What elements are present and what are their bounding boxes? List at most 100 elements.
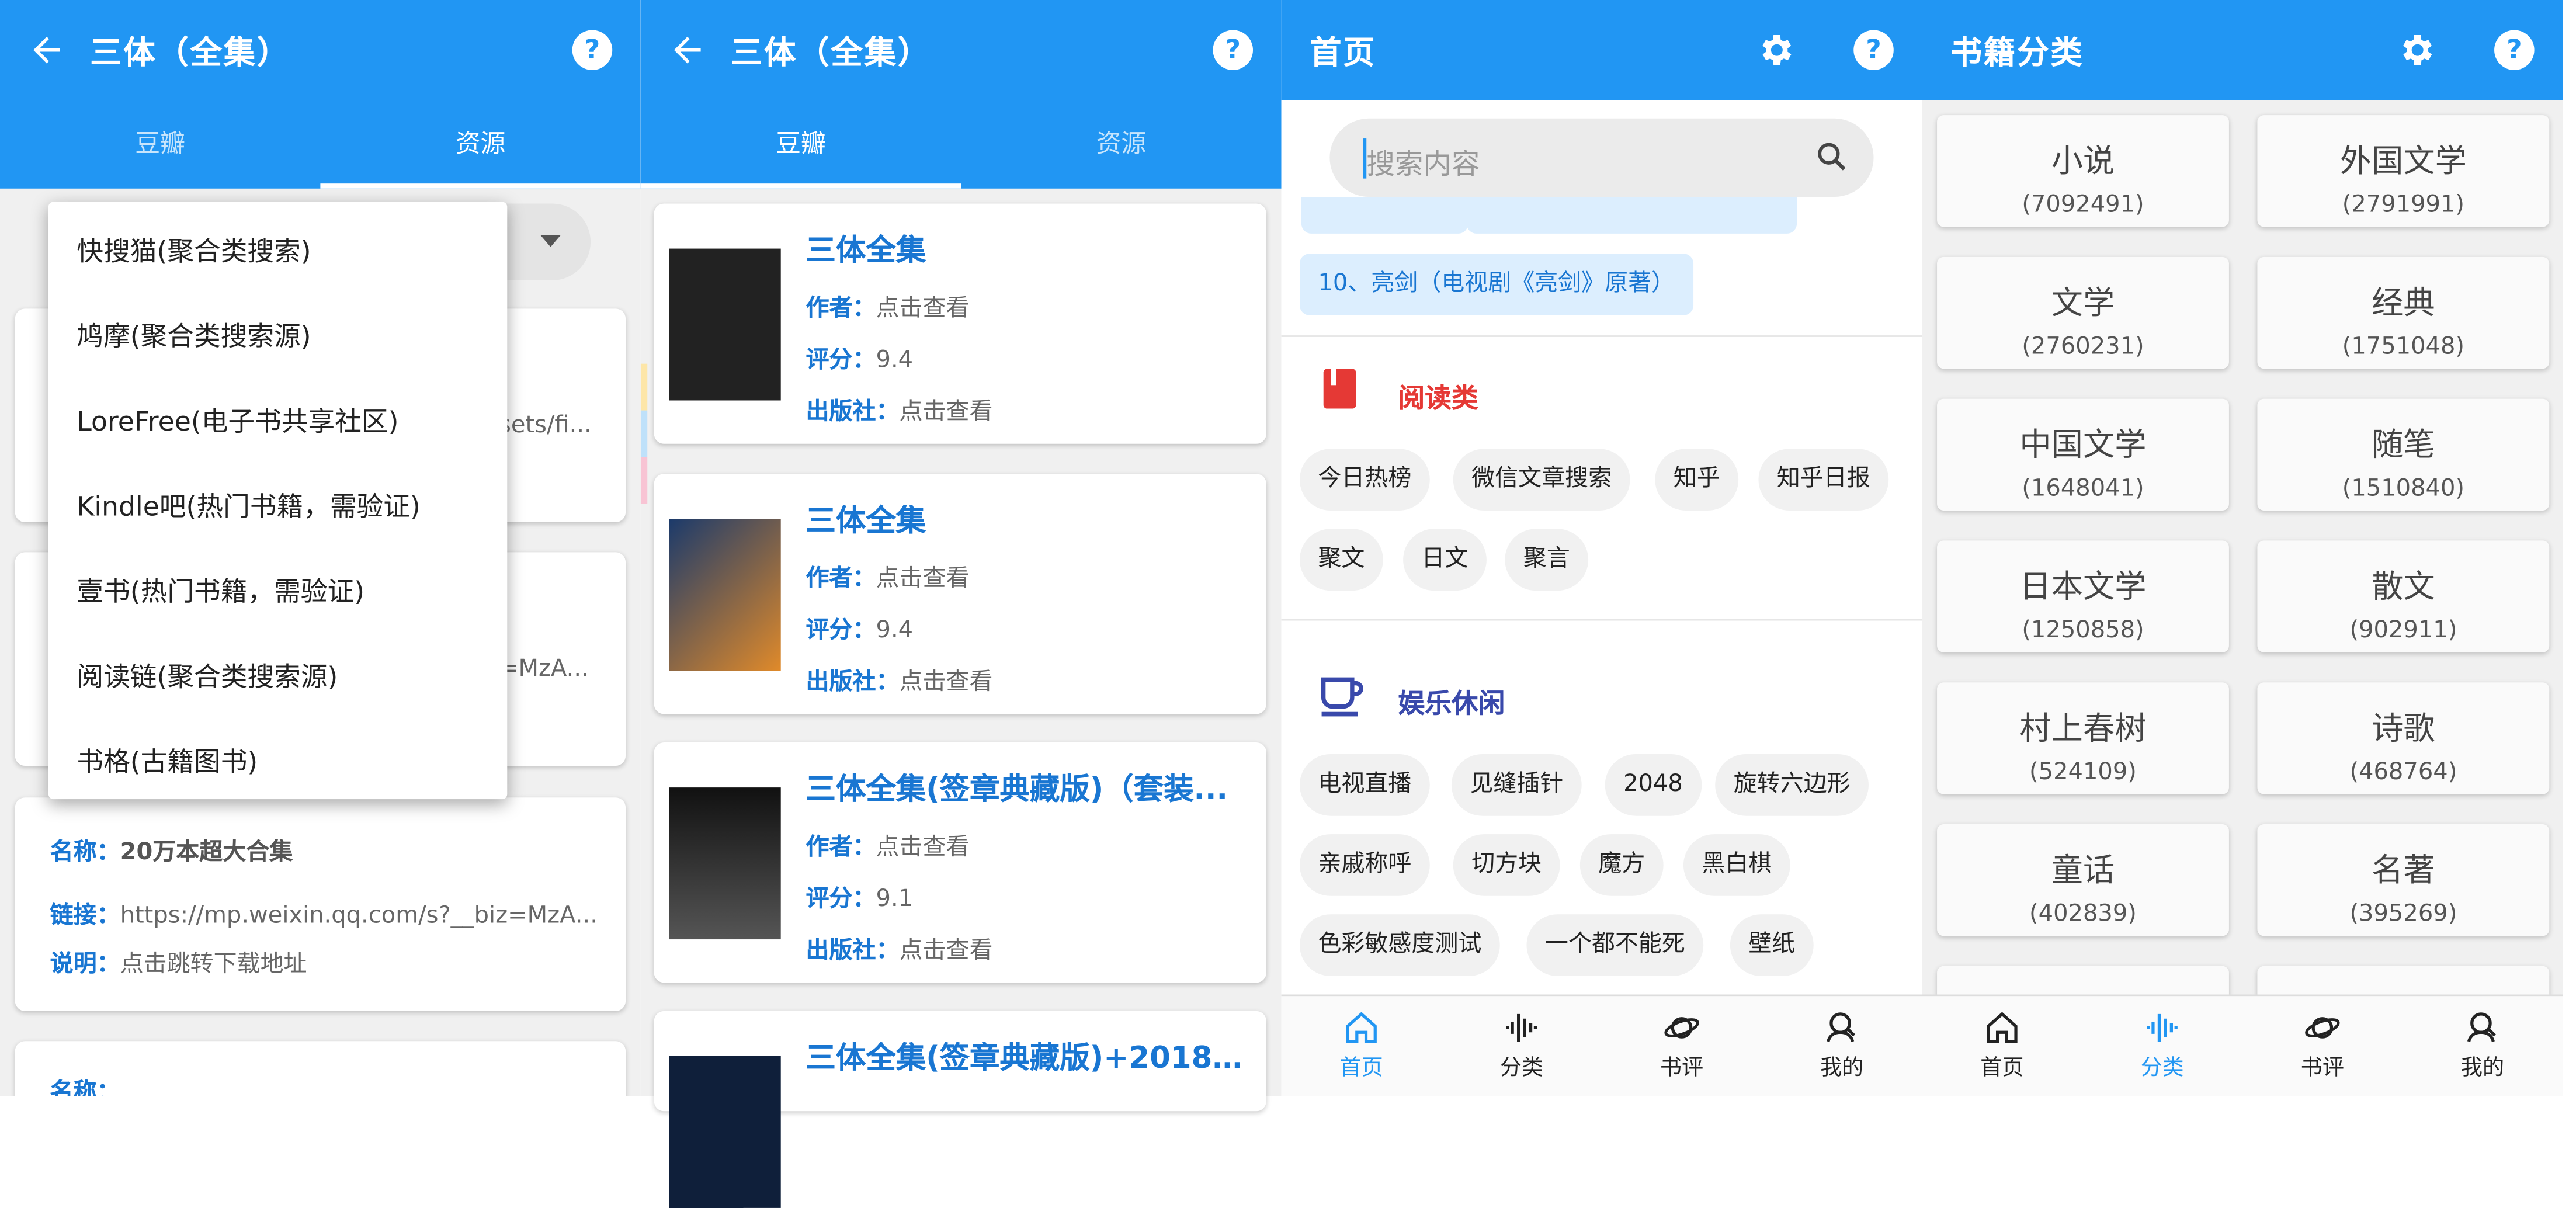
back-arrow-icon[interactable] [667, 30, 707, 70]
book-card[interactable]: 三体全集 作者：点击查看 评分：9.4 出版社：点击查看 [654, 203, 1266, 444]
book-card[interactable]: 三体全集(签章典藏版)（套装... 作者：点击查看 评分：9.1 出版社：点击查… [654, 742, 1266, 983]
category-card[interactable]: 诗歌 (468764) [2257, 682, 2550, 794]
nav-home[interactable]: 首页 [1294, 1009, 1428, 1081]
chip-item[interactable]: 黑白棋 [1683, 834, 1790, 896]
chip-item[interactable]: 壁纸 [1730, 914, 1814, 976]
side-stripe [640, 457, 648, 504]
chip-item[interactable]: 魔方 [1579, 834, 1664, 896]
help-icon[interactable]: ? [2494, 30, 2535, 70]
name-label: 名称： [50, 839, 120, 866]
chip-item[interactable]: 2048 [1605, 754, 1702, 816]
chip-item[interactable]: 微信文章搜索 [1453, 449, 1630, 511]
tab-douban[interactable]: 豆瓣 [641, 100, 961, 188]
book-card[interactable]: 三体全集(签章典藏版)+2018(... [654, 1011, 1266, 1208]
category-card[interactable]: 童话 (402839) [1937, 824, 2229, 936]
author-value[interactable]: 点击查看 [876, 565, 970, 592]
menu-item[interactable]: 壹书(热门书籍，需验证) [77, 569, 364, 609]
page-title: 首页 [1310, 34, 1377, 72]
book-publisher: 出版社：点击查看 [806, 394, 993, 427]
book-icon [1323, 369, 1356, 409]
page-title: 三体（全集） [731, 34, 931, 72]
help-icon[interactable]: ? [1213, 30, 1254, 70]
chip-item[interactable]: 见缝插针 [1451, 754, 1582, 816]
name-label: 名称： [50, 1079, 120, 1096]
category-card[interactable]: 日本文学 (1250858) [1937, 540, 2229, 652]
chip-item[interactable]: 今日热榜 [1299, 449, 1430, 511]
tab-resources[interactable]: 资源 [961, 100, 1281, 188]
back-arrow-icon[interactable] [27, 30, 67, 70]
rating-label: 评分： [806, 886, 876, 913]
resource-card[interactable]: 名称： [15, 1041, 626, 1096]
tab-resources[interactable]: 资源 [320, 100, 640, 188]
section-title-reading: 阅读类 [1398, 382, 1478, 414]
chip-item[interactable]: 知乎 [1655, 449, 1739, 511]
nav-home[interactable]: 首页 [1935, 1009, 2068, 1081]
rating-value: 9.4 [876, 617, 914, 644]
resource-link-row: 链接：https://mp.weixin.qq.com/s?__biz=MzA.… [50, 898, 598, 931]
chip-item[interactable]: 亲戚称呼 [1299, 834, 1430, 896]
menu-item[interactable]: 快搜猫(聚合类搜索) [77, 228, 311, 269]
nav-review[interactable]: 书评 [1615, 1009, 1748, 1081]
search-placeholder: 搜索内容 [1366, 148, 1480, 182]
gear-icon[interactable] [2396, 30, 2436, 70]
menu-item[interactable]: 阅读链(聚合类搜索源) [77, 654, 338, 695]
category-card[interactable]: 文学 (2760231) [1937, 256, 2229, 369]
resource-card[interactable]: 名称：20万本超大合集 链接：https://mp.weixin.qq.com/… [15, 797, 626, 1011]
tab-bar: 豆瓣 资源 [640, 100, 1282, 189]
category-card[interactable]: 中国文学 (1648041) [1937, 398, 2229, 511]
menu-item[interactable]: Kindle吧(热门书籍，需验证) [77, 484, 420, 524]
nav-category[interactable]: 分类 [1455, 1009, 1588, 1081]
category-name: 日本文学 [2019, 568, 2147, 606]
category-count: (7092491) [2022, 192, 2144, 219]
chip-item[interactable]: 知乎日报 [1758, 449, 1889, 511]
search-input[interactable]: 搜索内容 [1329, 118, 1874, 197]
publisher-value[interactable]: 点击查看 [900, 938, 993, 964]
divider [1281, 619, 1922, 621]
book-card[interactable]: 三体全集 作者：点击查看 评分：9.4 出版社：点击查看 [654, 474, 1266, 714]
chip-item[interactable]: 日文 [1403, 529, 1487, 591]
nav-category[interactable]: 分类 [2095, 1009, 2228, 1081]
category-name: 随笔 [2372, 427, 2435, 464]
chip-item[interactable]: 旋转六边形 [1715, 754, 1869, 816]
chip-item[interactable]: 电视直播 [1299, 754, 1430, 816]
nav-label: 书评 [2300, 1056, 2344, 1081]
publisher-value[interactable]: 点击查看 [900, 669, 993, 696]
resource-link-fragment: sets/fi... [499, 412, 592, 439]
resource-link[interactable]: https://mp.weixin.qq.com/s?__biz=MzA... [120, 902, 598, 929]
category-count: (524109) [2029, 759, 2137, 786]
help-icon[interactable]: ? [572, 30, 613, 70]
screenshot-stage: 三体（全集） ? 豆瓣 资源 sets/fi... =MzA... 名称：20万… [0, 0, 2576, 1208]
author-label: 作者： [806, 565, 876, 592]
tab-douban[interactable]: 豆瓣 [0, 100, 320, 188]
topic-chip[interactable]: 10、亮剑（电视剧《亮剑》原著） [1299, 254, 1693, 315]
chip-item[interactable]: 切方块 [1453, 834, 1560, 896]
nav-mine[interactable]: 我的 [2416, 1009, 2549, 1081]
nav-label: 首页 [1980, 1056, 2024, 1081]
category-card[interactable]: 外国文学 (2791991) [2257, 115, 2550, 227]
chip-item[interactable]: 一个都不能死 [1526, 914, 1704, 976]
category-card[interactable]: 名著 (395269) [2257, 824, 2550, 936]
category-card[interactable]: 散文 (902911) [2257, 540, 2550, 652]
side-stripe [640, 363, 648, 411]
menu-item[interactable]: 书格(古籍图书) [77, 739, 258, 779]
nav-label: 我的 [2460, 1056, 2505, 1081]
chip-item[interactable]: 聚言 [1505, 529, 1589, 591]
help-icon[interactable]: ? [1853, 30, 1894, 70]
category-card[interactable]: 随笔 (1510840) [2257, 398, 2550, 511]
nav-mine[interactable]: 我的 [1775, 1009, 1908, 1081]
author-value[interactable]: 点击查看 [876, 296, 970, 322]
publisher-value[interactable]: 点击查看 [900, 399, 993, 426]
chip-item[interactable]: 色彩敏感度测试 [1299, 914, 1500, 976]
category-name: 中国文学 [2019, 427, 2147, 464]
category-count: (1751048) [2342, 334, 2465, 360]
menu-item[interactable]: LoreFree(电子书共享社区) [77, 399, 398, 439]
nav-review[interactable]: 书评 [2256, 1009, 2389, 1081]
gear-icon[interactable] [1755, 30, 1796, 70]
author-value[interactable]: 点击查看 [876, 834, 970, 861]
category-card[interactable]: 村上春树 (524109) [1937, 682, 2229, 794]
search-icon[interactable] [1814, 138, 1851, 175]
menu-item[interactable]: 鸠摩(聚合类搜索源) [77, 314, 311, 354]
chip-item[interactable]: 聚文 [1299, 529, 1383, 591]
category-card[interactable]: 经典 (1751048) [2257, 256, 2550, 369]
category-card[interactable]: 小说 (7092491) [1937, 115, 2229, 227]
